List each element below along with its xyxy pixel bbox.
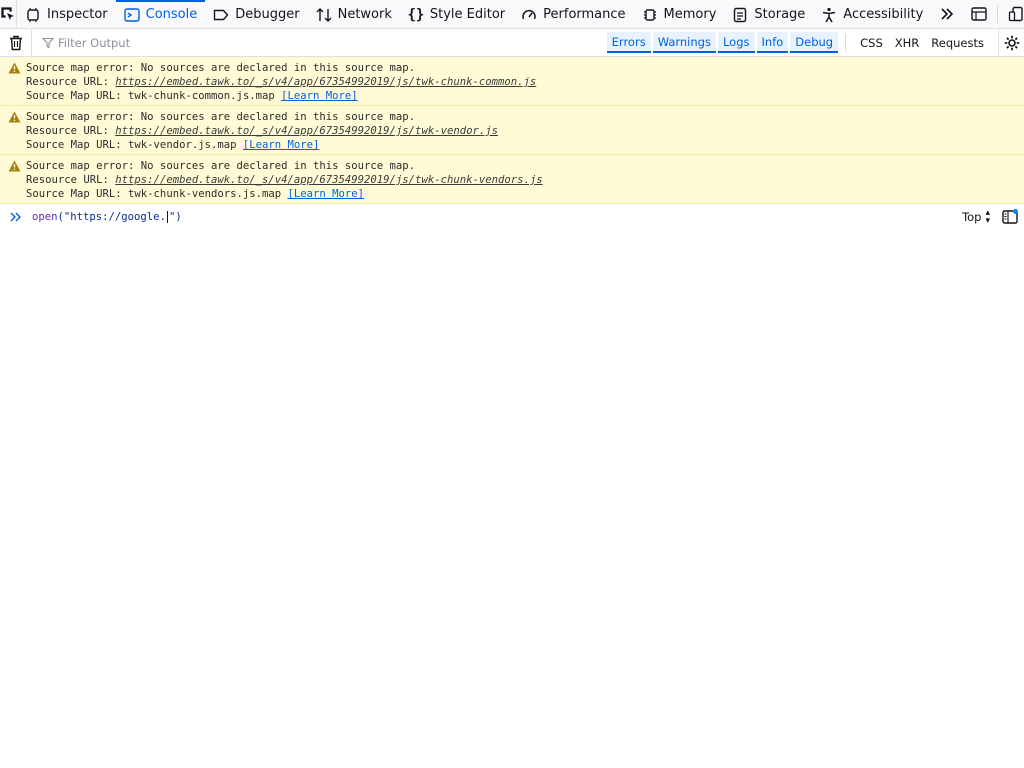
console-input-row: open("https://google. ") Top ▴ ▾ [0, 205, 1024, 229]
inspector-icon [25, 7, 41, 23]
console-prompt [0, 212, 32, 222]
tab-debugger-label: Debugger [235, 7, 300, 22]
evaluation-context-label: Top [962, 210, 982, 224]
message-text: Source map error: No sources are declare… [26, 62, 416, 74]
filter-output-input[interactable] [58, 35, 538, 50]
filter-css-button[interactable]: CSS [854, 36, 889, 50]
console-input[interactable]: open("https://google. ") [32, 211, 962, 223]
responsive-design-button[interactable] [1000, 0, 1024, 29]
filter-icon [42, 37, 54, 48]
tab-performance[interactable]: Performance [513, 0, 633, 29]
console-message-warning: Source map error: No sources are declare… [0, 57, 1024, 106]
filter-debug-button[interactable]: Debug [790, 32, 839, 53]
resource-url-link[interactable]: https://embed.tawk.to/_s/v4/app/67354992… [115, 174, 542, 186]
tab-storage[interactable]: Storage [724, 0, 813, 29]
resource-url-label: Resource URL: [26, 125, 116, 137]
debugger-icon [213, 7, 229, 23]
filter-logs-button[interactable]: Logs [717, 32, 755, 53]
resource-url-link[interactable]: https://embed.tawk.to/_s/v4/app/67354992… [115, 76, 536, 88]
tab-performance-label: Performance [543, 7, 626, 22]
evaluation-context-selector[interactable]: Top ▴ ▾ [962, 208, 990, 226]
tab-network-label: Network [337, 7, 392, 22]
resource-url-line: Resource URL: https://embed.tawk.to/_s/v… [26, 124, 1024, 138]
learn-more-link[interactable]: [Learn More] [288, 188, 365, 200]
source-map-label: Source Map URL: twk-chunk-vendors.js.map [26, 188, 288, 200]
warning-icon [8, 111, 21, 123]
warning-icon [8, 62, 21, 74]
resource-url-link[interactable]: https://embed.tawk.to/_s/v4/app/67354992… [115, 125, 498, 137]
resource-url-label: Resource URL: [26, 76, 116, 88]
source-map-line: Source Map URL: twk-vendor.js.map [Learn… [26, 138, 1024, 152]
trash-icon [9, 35, 22, 50]
console-output: Source map error: No sources are declare… [0, 57, 1024, 204]
source-map-label: Source Map URL: twk-chunk-common.js.map [26, 90, 282, 102]
performance-icon [521, 7, 537, 23]
log-level-filters: Errors Warnings Logs Info Debug CSS XHR … [606, 29, 994, 57]
filter-xhr-button[interactable]: XHR [889, 36, 926, 50]
memory-icon [642, 7, 658, 23]
console-icon [123, 7, 140, 23]
tab-network[interactable]: Network [308, 0, 400, 29]
learn-more-link[interactable]: [Learn More] [281, 90, 358, 102]
tab-inspector-label: Inspector [47, 7, 108, 22]
filter-divider [845, 34, 847, 51]
tab-style-editor[interactable]: {} Style Editor [400, 0, 513, 29]
tab-memory[interactable]: Memory [634, 0, 725, 29]
message-text: Source map error: No sources are declare… [26, 160, 416, 172]
filter-wrapper [32, 29, 606, 57]
filter-requests-button[interactable]: Requests [925, 36, 990, 50]
learn-more-link[interactable]: [Learn More] [243, 139, 320, 151]
input-before-caret: ("https://google. [57, 211, 166, 223]
warning-icon [8, 160, 21, 172]
gear-icon [1004, 35, 1019, 50]
toolbar-end-controls [931, 0, 1024, 28]
tab-console-label: Console [145, 7, 198, 22]
filter-warnings-button[interactable]: Warnings [652, 32, 716, 53]
frames-icon [971, 7, 987, 21]
tab-debugger[interactable]: Debugger [205, 0, 307, 29]
text-caret [166, 211, 168, 223]
updown-arrow-icon: ▴ ▾ [985, 208, 990, 226]
filter-errors-button[interactable]: Errors [606, 32, 651, 53]
resource-url-line: Resource URL: https://embed.tawk.to/_s/v… [26, 75, 1024, 89]
storage-icon [732, 7, 748, 23]
resource-url-label: Resource URL: [26, 174, 116, 186]
tab-inspector[interactable]: Inspector [17, 0, 116, 29]
console-filter-bar: Errors Warnings Logs Info Debug CSS XHR … [0, 28, 1024, 57]
console-message-warning: Source map error: No sources are declare… [0, 106, 1024, 155]
double-chevron-right-icon [941, 8, 954, 20]
tab-accessibility-label: Accessibility [843, 7, 924, 22]
input-function: open [32, 211, 58, 223]
prompt-chevron-icon [10, 212, 21, 222]
console-settings-button[interactable] [998, 28, 1024, 57]
console-message-warning: Source map error: No sources are declare… [0, 155, 1024, 204]
responsive-design-icon [1009, 6, 1023, 22]
toolbar-divider [997, 5, 999, 23]
source-map-line: Source Map URL: twk-chunk-vendors.js.map… [26, 187, 1024, 201]
network-icon [316, 7, 332, 23]
resource-url-line: Resource URL: https://embed.tawk.to/_s/v… [26, 173, 1024, 187]
editor-mode-toggle[interactable] [1000, 207, 1020, 227]
tab-style-editor-label: Style Editor [429, 7, 506, 22]
notification-dot [1013, 209, 1018, 214]
tab-accessibility[interactable]: Accessibility [813, 0, 931, 29]
input-after-caret: ") [168, 211, 182, 223]
tab-storage-label: Storage [754, 7, 806, 22]
style-editor-icon: {} [407, 6, 425, 23]
element-picker-button[interactable] [0, 0, 17, 28]
element-picker-icon [1, 7, 14, 20]
clear-console-button[interactable] [0, 28, 32, 57]
devtools-toolbar: Inspector Console Debugger Network {} St… [0, 0, 1024, 29]
message-text: Source map error: No sources are declare… [26, 111, 416, 123]
accessibility-icon [821, 7, 837, 23]
tab-memory-label: Memory [663, 7, 717, 22]
filter-info-button[interactable]: Info [756, 32, 789, 53]
source-map-label: Source Map URL: twk-vendor.js.map [26, 139, 243, 151]
tab-console[interactable]: Console [115, 0, 206, 29]
more-tools-button[interactable] [931, 0, 963, 29]
frame-select-button[interactable] [963, 0, 995, 29]
source-map-line: Source Map URL: twk-chunk-common.js.map … [26, 89, 1024, 103]
